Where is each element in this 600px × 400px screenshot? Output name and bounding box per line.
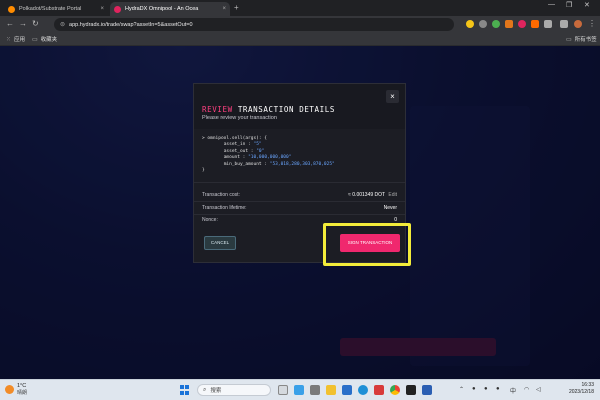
weather-text: 晴朗: [17, 390, 28, 396]
code-value: "5": [253, 142, 262, 148]
forward-icon[interactable]: →: [19, 19, 27, 28]
address-bar[interactable]: ⊜ app.hydradx.io/trade/swap?assetIn=5&as…: [54, 18, 454, 31]
menu-kebab-icon[interactable]: ⋮: [588, 19, 596, 28]
code-value: "0": [256, 148, 265, 154]
code-value: "10,000,000,000": [248, 155, 292, 161]
modal-title-accent: REVIEW: [202, 105, 233, 114]
code-key: min_buy_amount :: [223, 161, 270, 167]
app-icon[interactable]: [310, 385, 320, 395]
polkadot-favicon-icon: [8, 5, 15, 13]
modal-header: REVIEW TRANSACTION DETAILS Please review…: [194, 84, 405, 129]
divider: [194, 182, 405, 183]
all-bookmarks[interactable]: ▭ 所有书签: [566, 35, 597, 44]
sign-button-highlight-box: [323, 223, 411, 266]
code-value: "53,018,280,303,870,025": [269, 161, 335, 167]
edge-icon[interactable]: [358, 385, 368, 395]
chevron-up-icon[interactable]: ⌃: [459, 386, 464, 393]
app-icon[interactable]: [342, 385, 352, 395]
file-explorer-icon[interactable]: [326, 385, 336, 395]
tray-app-icon[interactable]: ●: [484, 386, 488, 392]
back-icon[interactable]: ←: [6, 19, 14, 28]
close-tab-icon[interactable]: ×: [100, 6, 104, 12]
folder-icon: ▭: [32, 36, 38, 43]
detail-label: Transaction lifetime:: [202, 205, 247, 211]
reload-icon[interactable]: ↻: [32, 19, 39, 28]
extension-icon[interactable]: [479, 20, 487, 28]
sidebar-icon[interactable]: [560, 20, 568, 28]
detail-label: Nonce:: [202, 217, 218, 223]
code-header: > omnipool.sell(args): {: [202, 136, 268, 141]
widget-icon[interactable]: [278, 385, 288, 395]
cancel-button[interactable]: CANCEL: [204, 236, 236, 250]
divider: [194, 214, 405, 215]
bookmark-label: 所有书签: [574, 37, 597, 43]
start-button[interactable]: [180, 385, 190, 395]
taskbar-search[interactable]: ⌕ 搜索: [197, 384, 271, 396]
tab-title: HydraDX Omnipool - An Ocea: [125, 6, 199, 12]
metamask-icon[interactable]: [505, 20, 513, 28]
volume-icon[interactable]: ◁: [536, 386, 541, 393]
clock-time: 16:33: [581, 382, 594, 388]
detail-value: Never: [383, 205, 397, 211]
code-key: amount :: [223, 155, 249, 161]
detail-label: Transaction cost:: [202, 192, 240, 198]
modal-subtitle: Please review your transaction: [202, 115, 277, 121]
bookmark-label: 收藏夹: [40, 37, 58, 43]
hydradx-favicon-icon: [114, 5, 121, 13]
system-clock[interactable]: 16:33 2023/12/18: [552, 382, 594, 396]
search-placeholder: 搜索: [210, 388, 222, 394]
code-key: asset_out :: [223, 148, 257, 154]
modal-title: REVIEW TRANSACTION DETAILS: [202, 105, 335, 114]
transaction-call-code: > omnipool.sell(args): { asset_in : "5" …: [202, 136, 335, 174]
weather-widget[interactable]: 1°C 晴朗: [5, 383, 27, 396]
apps-grid-icon: ⁙: [6, 36, 12, 43]
detail-row-lifetime: Transaction lifetime: Never: [202, 205, 397, 211]
edit-fee-link[interactable]: Edit: [388, 192, 397, 198]
detail-value: ≈ 0.001349 DOT: [348, 192, 385, 198]
url-text: app.hydradx.io/trade/swap?assetIn=5&asse…: [69, 21, 193, 28]
app-icon[interactable]: [406, 385, 416, 395]
browser-toolbar: ← → ↻ ⊜ app.hydradx.io/trade/swap?assetI…: [0, 16, 600, 33]
maximize-icon[interactable]: ❐: [566, 1, 572, 9]
wifi-icon[interactable]: ◠: [524, 386, 529, 393]
extension-icon[interactable]: [466, 20, 474, 28]
profile-avatar[interactable]: [574, 20, 582, 28]
app-icon[interactable]: [422, 385, 432, 395]
bookmark-label: 应用: [14, 37, 26, 43]
site-info-icon[interactable]: ⊜: [60, 21, 65, 28]
taskbar: 1°C 晴朗 ⌕ 搜索 ⌃ ● ● ● 中 ◠ ◁ 16:33 2023/12/…: [0, 379, 600, 400]
tray-app-icon[interactable]: ●: [472, 386, 476, 392]
extensions-puzzle-icon[interactable]: [544, 20, 552, 28]
minimize-icon[interactable]: —: [548, 1, 555, 8]
modal-title-rest: TRANSACTION DETAILS: [232, 105, 336, 114]
bookmarks-bar: ⁙ 应用 ▭ 收藏夹 ▭ 所有书签: [0, 33, 600, 46]
close-tab-icon[interactable]: ×: [222, 6, 226, 12]
folder-icon: ▭: [566, 36, 572, 43]
tray-app-icon[interactable]: ●: [496, 386, 500, 392]
browser-tab-bar: Polkadot/Substrate Portal × HydraDX Omni…: [0, 0, 600, 16]
close-icon[interactable]: ×: [386, 90, 399, 103]
detail-row-transaction-cost: Transaction cost: ≈ 0.001349 DOT Edit: [202, 192, 397, 198]
app-icon[interactable]: [374, 385, 384, 395]
clock-date: 2023/12/18: [568, 389, 594, 395]
tab-hydradx-omnipool[interactable]: HydraDX Omnipool - An Ocea ×: [110, 2, 230, 16]
extension-icon[interactable]: [492, 20, 500, 28]
window-close-icon[interactable]: ✕: [584, 1, 590, 9]
code-footer: }: [202, 168, 205, 174]
divider: [194, 201, 405, 202]
new-tab-button[interactable]: +: [234, 3, 239, 12]
tab-title: Polkadot/Substrate Portal: [19, 6, 82, 12]
bookmark-favorites[interactable]: ▭ 收藏夹: [32, 35, 58, 44]
ime-indicator[interactable]: 中: [510, 386, 516, 395]
bookmark-apps[interactable]: ⁙ 应用: [6, 35, 26, 44]
extension-icon[interactable]: [531, 20, 539, 28]
search-icon: ⌕: [203, 386, 207, 393]
tab-polkadot-portal[interactable]: Polkadot/Substrate Portal ×: [4, 2, 108, 16]
code-key: asset_in :: [223, 142, 254, 148]
app-icon[interactable]: [294, 385, 304, 395]
sun-icon: [5, 385, 14, 394]
chrome-icon[interactable]: [390, 385, 400, 395]
extension-icon[interactable]: [518, 20, 526, 28]
